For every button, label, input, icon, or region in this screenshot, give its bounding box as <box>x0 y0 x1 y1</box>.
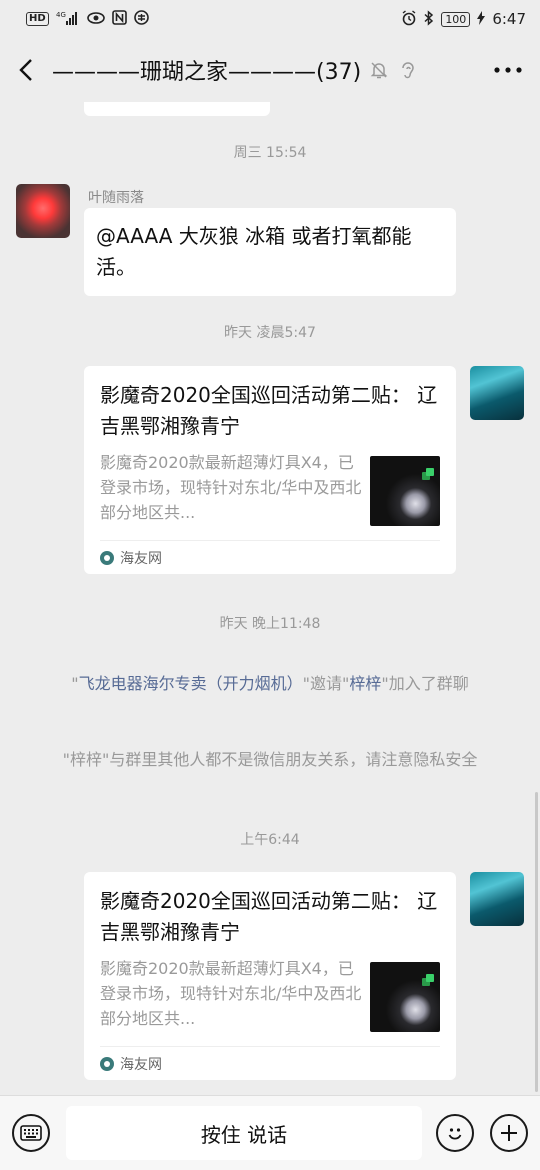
card-title: 影魔奇2020全国巡回活动第二贴： 辽吉黑鄂湘豫青宁 <box>100 889 438 944</box>
invite-tail: "加入了群聊 <box>381 674 469 693</box>
sender-name: 叶随雨落 <box>88 190 144 206</box>
scrollbar[interactable] <box>535 792 538 1092</box>
my-avatar[interactable] <box>470 872 524 926</box>
card-description: 影魔奇2020款最新超薄灯具X4，已登录市场，现特针对东北/华中及西北部分地区共… <box>100 453 362 522</box>
invite-text: "邀请" <box>302 674 350 693</box>
vpn-icon <box>133 10 149 28</box>
timestamp: 上午6:44 <box>240 832 300 848</box>
back-button[interactable] <box>0 38 52 102</box>
battery-icon: 100 <box>441 11 471 27</box>
chat-title-area: ————珊瑚之家————(37) <box>52 54 476 86</box>
timestamp: 昨天 凌晨5:47 <box>224 325 316 341</box>
title-icons <box>369 60 417 80</box>
more-functions-button[interactable] <box>490 1114 528 1152</box>
card-footer: 海友网 <box>100 540 440 574</box>
status-bar: HD 4G 100 6:47 <box>0 0 540 38</box>
eye-icon <box>86 11 105 28</box>
hd-icon: HD <box>26 12 49 26</box>
earpiece-icon <box>402 62 414 79</box>
clock-time: 6:47 <box>492 10 526 28</box>
chat-header: ————珊瑚之家————(37) <box>0 38 540 102</box>
plus-icon <box>501 1125 517 1141</box>
emoji-button[interactable] <box>436 1114 474 1152</box>
timestamp: 昨天 晚上11:48 <box>219 616 321 632</box>
bluetooth-icon <box>424 9 434 29</box>
chevron-left-icon <box>19 59 32 81</box>
card-thumbnail <box>370 456 440 526</box>
status-bar-left: HD 4G <box>26 10 149 28</box>
message-bubble[interactable]: @AAAA 大灰狼 冰箱 或者打氧都能活。 <box>84 208 456 296</box>
nfc-icon <box>111 10 127 28</box>
card-body: 影魔奇2020款最新超薄灯具X4，已登录市场，现特针对东北/华中及西北部分地区共… <box>100 956 440 1032</box>
keyboard-icon <box>20 1125 42 1141</box>
system-message-invite: "飞龙电器海尔专卖（开力烟机）"邀请"梓梓"加入了群聊 <box>40 672 500 696</box>
source-logo-icon <box>100 1056 114 1071</box>
link-card[interactable]: 影魔奇2020全国巡回活动第二贴： 辽吉黑鄂湘豫青宁 影魔奇2020款最新超薄灯… <box>84 872 456 1080</box>
invitee-link[interactable]: 梓梓 <box>349 674 381 693</box>
keyboard-toggle-button[interactable] <box>12 1114 50 1152</box>
link-card[interactable]: 影魔奇2020全国巡回活动第二贴： 辽吉黑鄂湘豫青宁 影魔奇2020款最新超薄灯… <box>84 366 456 574</box>
hold-to-talk-button[interactable]: 按住 说话 <box>66 1106 422 1160</box>
card-title: 影魔奇2020全国巡回活动第二贴： 辽吉黑鄂湘豫青宁 <box>100 383 438 438</box>
system-message-privacy: "梓梓"与群里其他人都不是微信朋友关系，请注意隐私安全 <box>62 750 478 769</box>
smiley-icon <box>448 1128 462 1140</box>
chat-title: ————珊瑚之家————(37) <box>52 60 362 85</box>
more-options-button[interactable] <box>476 38 540 102</box>
mute-bell-icon <box>370 62 388 79</box>
alarm-icon <box>401 9 417 29</box>
timestamp: 周三 15:54 <box>233 145 307 161</box>
card-source: 海友网 <box>120 1056 162 1073</box>
source-logo-icon <box>100 550 114 565</box>
card-body: 影魔奇2020款最新超薄灯具X4，已登录市场，现特针对东北/华中及西北部分地区共… <box>100 450 440 526</box>
card-description: 影魔奇2020款最新超薄灯具X4，已登录市场，现特针对东北/华中及西北部分地区共… <box>100 959 362 1028</box>
card-source: 海友网 <box>120 550 162 567</box>
charging-icon <box>477 10 486 28</box>
inviter-link[interactable]: 飞龙电器海尔专卖（开力烟机） <box>79 674 303 693</box>
network-type: 4G <box>56 11 66 19</box>
status-bar-right: 100 6:47 <box>401 9 526 29</box>
my-avatar[interactable] <box>470 366 524 420</box>
signal-icon: 4G <box>56 11 80 28</box>
sender-avatar[interactable] <box>16 184 70 238</box>
more-dots-icon <box>494 67 522 73</box>
card-footer: 海友网 <box>100 1046 440 1080</box>
quote-mark: " <box>71 674 79 693</box>
input-bar: 按住 说话 <box>0 1095 540 1170</box>
chat-message-list[interactable]: 周三 15:54 叶随雨落 @AAAA 大灰狼 冰箱 或者打氧都能活。 昨天 凌… <box>0 102 540 1095</box>
previous-message-bubble[interactable] <box>84 102 270 116</box>
card-thumbnail <box>370 962 440 1032</box>
